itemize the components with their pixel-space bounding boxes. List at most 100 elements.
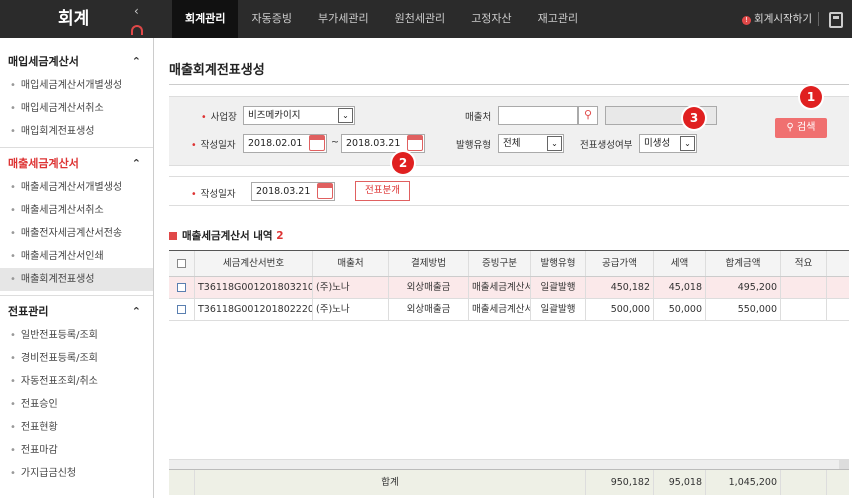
footer-memo — [781, 470, 827, 495]
sidebar-item[interactable]: 매출전자세금계산서전송 — [0, 222, 153, 245]
date-separator: ~ — [331, 137, 339, 148]
page-title: 매출회계전표생성 — [169, 63, 265, 78]
footer-blank — [169, 470, 195, 495]
payment-method-cell: 외상매출금 — [389, 277, 469, 298]
total-amount-cell: 495,200 — [706, 277, 781, 298]
collapse-sidebar-icon[interactable]: ‹ — [134, 4, 139, 18]
sidebar-item[interactable]: 매입회계전표생성 — [0, 120, 153, 143]
evidence-type-cell: 매출세금계산서( — [469, 299, 531, 320]
invoice-table: 세금계산서번호 매출처 결제방법 증빙구분 발행유형 공급가액 세액 합계금액 … — [169, 250, 849, 495]
sidebar-item[interactable]: 매출세금계산서취소 — [0, 199, 153, 222]
sidebar-item[interactable]: 매출세금계산서인쇄 — [0, 245, 153, 268]
tax-amount-cell: 45,018 — [654, 277, 706, 298]
nav-tab-vat[interactable]: 부가세관리 — [305, 0, 382, 38]
sidebar-item[interactable]: 일반전표등록/조회 — [0, 324, 153, 347]
column-header[interactable]: 발행유형 — [531, 251, 586, 276]
sidebar-item[interactable]: 가지급금신청 — [0, 462, 153, 485]
issue-type-cell: 일괄발행 — [531, 299, 586, 320]
bullet-icon — [169, 232, 177, 240]
column-header[interactable]: 적요 — [781, 251, 827, 276]
chevron-up-icon: ⌃ — [131, 55, 141, 68]
divider — [0, 295, 153, 296]
sidebar-item[interactable]: 전표승인 — [0, 393, 153, 416]
select-all-checkbox[interactable] — [169, 251, 195, 276]
column-header[interactable]: 세액 — [654, 251, 706, 276]
sidebar-item[interactable]: 매출세금계산서개별생성 — [0, 176, 153, 199]
sidebar-section-label: 매출세금계산서 — [8, 157, 79, 170]
step-badge-1: 1 — [800, 86, 822, 108]
main-nav: 회계관리 자동증빙 부가세관리 원천세관리 고정자산 재고관리 — [172, 0, 591, 38]
column-header[interactable]: 증빙구분 — [469, 251, 531, 276]
column-header[interactable]: 공급가액 — [586, 251, 654, 276]
filter-panel: • 사업장 비즈메카이지 ⌄ • 작성일자 2018.02.01 ~ 2018.03.… — [169, 96, 849, 166]
column-header[interactable]: 합계금액 — [706, 251, 781, 276]
sidebar-item[interactable]: 전표마감 — [0, 439, 153, 462]
step-badge-2: 2 — [392, 152, 414, 174]
top-bar: 회계 ‹ 회계관리 자동증빙 부가세관리 원천세관리 고정자산 재고관리 ! 회계… — [0, 0, 852, 38]
search-icon[interactable]: ⚲ — [578, 106, 598, 125]
list-count: 2 — [276, 230, 284, 242]
issue-type-select[interactable]: 전체 ⌄ — [498, 134, 564, 153]
issue-type-cell: 일괄발행 — [531, 277, 586, 298]
column-header[interactable]: 세금계산서번호 — [195, 251, 313, 276]
chevron-down-icon: ⌄ — [547, 136, 562, 151]
invoice-number-cell: T36118G0012018022200 — [195, 299, 313, 320]
calendar-icon[interactable] — [317, 183, 333, 199]
nav-tab-accounting[interactable]: 회계관리 — [172, 0, 239, 38]
sidebar-section-sales-invoice[interactable]: 매출세금계산서 ⌃ — [0, 152, 153, 176]
table-row[interactable]: T36118G0012018032100 (주)노나 외상매출금 매출세금계산서… — [169, 277, 849, 299]
total-amount-cell: 550,000 — [706, 299, 781, 320]
footer-supply-total: 950,182 — [586, 470, 654, 495]
sidebar-item[interactable]: 매입세금계산서취소 — [0, 97, 153, 120]
sidebar-section-purchase-invoice[interactable]: 매입세금계산서 ⌃ — [0, 50, 153, 74]
calendar-icon[interactable] — [309, 135, 325, 151]
chevron-up-icon: ⌃ — [131, 305, 141, 318]
list-title: 매출세금계산서 내역 2 — [169, 228, 284, 243]
chevron-down-icon: ⌄ — [680, 136, 695, 151]
footer-grand-total: 1,045,200 — [706, 470, 781, 495]
alert-icon: ! — [742, 16, 752, 25]
header-divider — [818, 12, 819, 26]
sidebar-item[interactable]: 경비전표등록/조회 — [0, 347, 153, 370]
table-row[interactable]: T36118G0012018022200 (주)노나 외상매출금 매출세금계산서… — [169, 299, 849, 321]
row-checkbox[interactable] — [169, 299, 195, 320]
memo-cell — [781, 277, 827, 298]
evidence-type-cell: 매출세금계산서( — [469, 277, 531, 298]
partner-input[interactable] — [498, 106, 578, 125]
split-voucher-button[interactable]: 전표분개 — [355, 181, 410, 201]
payment-method-cell: 외상매출금 — [389, 299, 469, 320]
sidebar-section-label: 전표관리 — [8, 305, 49, 318]
partner-label: 매출처 — [465, 112, 492, 123]
column-header[interactable]: 결제방법 — [389, 251, 469, 276]
calendar-icon[interactable] — [407, 135, 423, 151]
table-header: 세금계산서번호 매출처 결제방법 증빙구분 발행유형 공급가액 세액 합계금액 … — [169, 251, 849, 277]
business-select[interactable]: 비즈메카이지 ⌄ — [243, 106, 355, 125]
start-accounting-link[interactable]: ! 회계시작하기 — [742, 0, 812, 38]
invoice-number-cell: T36118G0012018032100 — [195, 277, 313, 298]
business-label: • 사업장 — [201, 112, 237, 123]
nav-tab-withholding[interactable]: 원천세관리 — [382, 0, 459, 38]
divider — [0, 147, 153, 148]
search-button[interactable]: ⚲ 검색 — [775, 118, 827, 138]
nav-tab-inventory[interactable]: 재고관리 — [525, 0, 591, 38]
memo-cell — [781, 299, 827, 320]
sidebar-item[interactable]: 자동전표조회/취소 — [0, 370, 153, 393]
horizontal-scrollbar[interactable] — [169, 459, 849, 470]
voucher-status-label: 전표생성여부 — [580, 140, 633, 151]
nav-tab-fixed-assets[interactable]: 고정자산 — [458, 0, 524, 38]
calculator-icon[interactable] — [829, 12, 843, 28]
divider — [169, 84, 849, 85]
row-checkbox[interactable] — [169, 277, 195, 298]
sidebar-section-voucher[interactable]: 전표관리 ⌃ — [0, 300, 153, 324]
voucher-status-select[interactable]: 미생성 ⌄ — [639, 134, 697, 153]
sidebar-item[interactable]: 매입세금계산서개별생성 — [0, 74, 153, 97]
sidebar-section-label: 매입세금계산서 — [8, 55, 79, 68]
tax-amount-cell: 50,000 — [654, 299, 706, 320]
sidebar-item-selected[interactable]: 매출회계전표생성 — [0, 268, 153, 291]
headset-icon[interactable] — [131, 25, 143, 35]
supply-amount-cell: 500,000 — [586, 299, 654, 320]
sidebar-item[interactable]: 전표현황 — [0, 416, 153, 439]
main-content: 매출회계전표생성 • 사업장 비즈메카이지 ⌄ • 작성일자 2018.02.01 ~… — [155, 38, 852, 498]
column-header[interactable]: 매출처 — [313, 251, 389, 276]
nav-tab-auto-evidence[interactable]: 자동증빙 — [238, 0, 304, 38]
